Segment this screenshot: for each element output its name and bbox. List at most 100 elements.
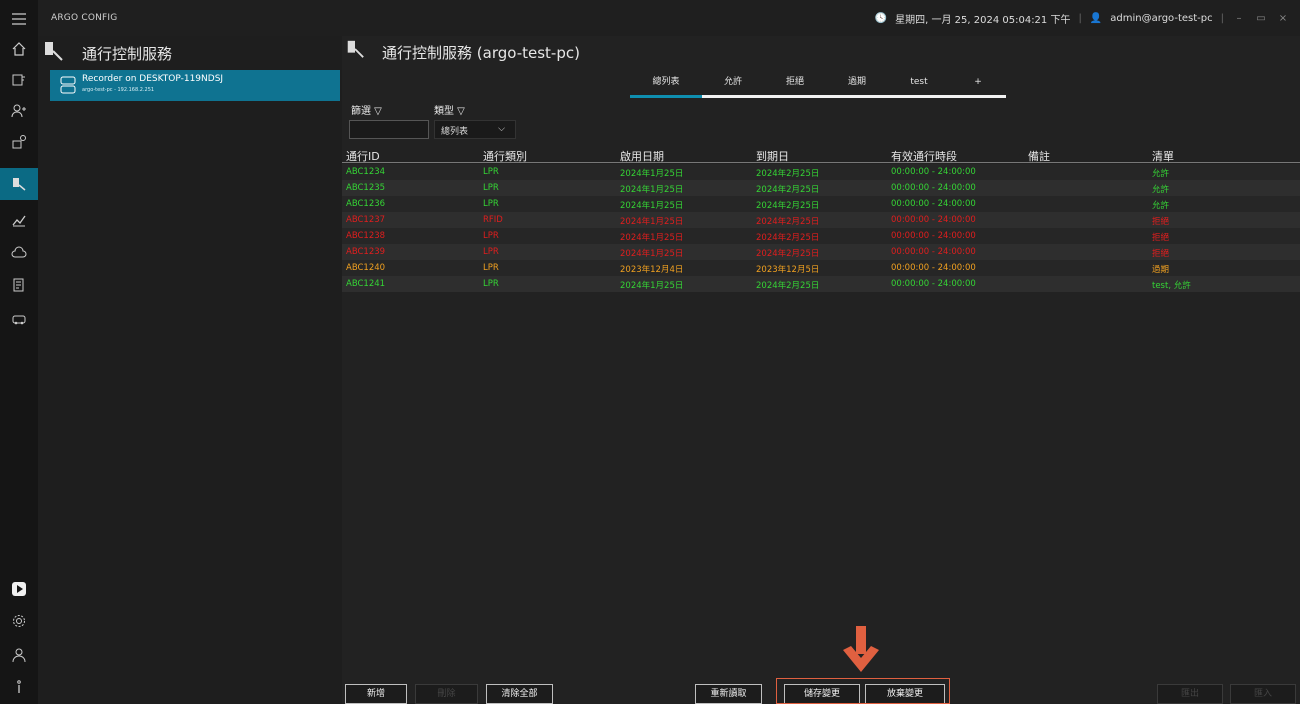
analytics-icon[interactable] xyxy=(0,205,38,235)
col-category[interactable]: 通行類別 xyxy=(483,148,527,164)
recorder-name: Recorder on DESKTOP-119NDSJ xyxy=(82,74,224,84)
cell-start-date: 2024年1月25日 xyxy=(620,169,684,179)
minimize-button[interactable]: – xyxy=(1232,13,1246,24)
tab-label: 總列表 xyxy=(652,77,680,87)
divider: | xyxy=(1220,13,1224,24)
app-title: ARGO CONFIG xyxy=(51,13,118,23)
add-button[interactable]: 新增 xyxy=(345,684,407,704)
cell-start-date: 2023年12月4日 xyxy=(620,265,684,275)
main-title: 通行控制服務 (argo-test-pc) xyxy=(382,44,580,62)
tab-label: test xyxy=(910,77,928,87)
table-row[interactable]: ABC1235 LPR 2024年1月25日 2024年2月25日 00:00:00 -… xyxy=(342,180,1300,196)
cell-period: 00:00:00 - 24:00:00 xyxy=(891,247,976,257)
cell-id: ABC1239 xyxy=(346,247,386,257)
cell-list: test, 允許 xyxy=(1152,281,1191,291)
col-list[interactable]: 清單 xyxy=(1152,148,1174,164)
recorder-address: argo-test-pc - 192.168.2.251 xyxy=(82,87,155,93)
access-control-icon xyxy=(347,40,364,58)
clear-all-button[interactable]: 清除全部 xyxy=(486,684,553,704)
home-icon[interactable] xyxy=(0,34,38,64)
cell-id: ABC1235 xyxy=(346,183,386,193)
cell-start-date: 2024年1月25日 xyxy=(620,281,684,291)
account-icon[interactable] xyxy=(0,640,38,670)
tab-bar: 總列表 允許 拒絕 過期 test + xyxy=(630,74,1006,98)
table-header: 通行ID 通行類別 啟用日期 到期日 有效通行時段 備註 清單 xyxy=(342,146,1300,163)
play-icon[interactable] xyxy=(0,574,38,604)
cell-id: ABC1236 xyxy=(346,199,386,209)
tab-label: 拒絕 xyxy=(785,77,804,87)
cell-id: ABC1237 xyxy=(346,215,386,225)
device-icon[interactable] xyxy=(0,65,38,95)
col-id[interactable]: 通行ID xyxy=(346,148,380,164)
col-end-date[interactable]: 到期日 xyxy=(756,148,789,164)
access-control-icon[interactable] xyxy=(0,168,38,200)
delete-button[interactable]: 刪除 xyxy=(415,684,478,704)
tab-deny[interactable]: 拒絕 xyxy=(764,74,826,98)
user-name[interactable]: admin@argo-test-pc xyxy=(1110,13,1212,24)
tab-test[interactable]: test xyxy=(888,74,950,98)
settings-icon[interactable] xyxy=(0,606,38,636)
cell-id: ABC1238 xyxy=(346,231,386,241)
main-panel: 通行控制服務 (argo-test-pc) 總列表 允許 拒絕 過期 test … xyxy=(342,36,1300,704)
cell-period: 00:00:00 - 24:00:00 xyxy=(891,231,976,241)
cell-start-date: 2024年1月25日 xyxy=(620,233,684,243)
table-row[interactable]: ABC1238 LPR 2024年1月25日 2024年2月25日 00:00:00 -… xyxy=(342,228,1300,244)
tab-all[interactable]: 總列表 xyxy=(630,74,702,98)
table-row[interactable]: ABC1240 LPR 2023年12月4日 2023年12月5日 00:00:00 -… xyxy=(342,260,1300,276)
table-row[interactable]: ABC1241 LPR 2024年1月25日 2024年2月25日 00:00:00 -… xyxy=(342,276,1300,292)
table-row[interactable]: ABC1237 RFID 2024年1月25日 2024年2月25日 00:00:00 … xyxy=(342,212,1300,228)
users-icon[interactable] xyxy=(0,96,38,126)
cell-category: LPR xyxy=(483,183,499,193)
tree-title: 通行控制服務 xyxy=(82,45,173,63)
access-control-icon xyxy=(45,42,63,61)
table-row[interactable]: ABC1239 LPR 2024年1月25日 2024年2月25日 00:00:00 -… xyxy=(342,244,1300,260)
tab-add[interactable]: + xyxy=(950,74,1006,98)
reload-button[interactable]: 重新讀取 xyxy=(695,684,762,704)
cell-period: 00:00:00 - 24:00:00 xyxy=(891,183,976,193)
cell-id: ABC1240 xyxy=(346,263,386,273)
user-icon: 👤 xyxy=(1089,13,1103,24)
type-label[interactable]: 類型 ▽ xyxy=(434,102,465,117)
maximize-button[interactable]: ▭ xyxy=(1254,13,1268,24)
icon-rail xyxy=(0,0,38,704)
main-header: 通行控制服務 (argo-test-pc) xyxy=(342,36,1300,70)
type-select[interactable]: 總列表 ⌵ xyxy=(434,120,516,139)
info-icon[interactable] xyxy=(0,672,38,702)
tab-allow[interactable]: 允許 xyxy=(702,74,764,98)
cell-category: LPR xyxy=(483,263,499,273)
col-start-date[interactable]: 啟用日期 xyxy=(620,148,664,164)
key-icon[interactable] xyxy=(0,127,38,157)
table-row[interactable]: ABC1236 LPR 2024年1月25日 2024年2月25日 00:00:00 -… xyxy=(342,196,1300,212)
cloud-icon[interactable] xyxy=(0,238,38,268)
col-period[interactable]: 有效通行時段 xyxy=(891,148,957,164)
tab-expired[interactable]: 過期 xyxy=(826,74,888,98)
recorder-tree-item[interactable]: Recorder on DESKTOP-119NDSJ argo-test-pc… xyxy=(50,70,340,101)
filter-label[interactable]: 篩選 ▽ xyxy=(351,102,382,117)
cell-period: 00:00:00 - 24:00:00 xyxy=(891,199,976,209)
cell-list: 允許 xyxy=(1152,185,1170,195)
export-button[interactable]: 匯出 xyxy=(1157,684,1223,704)
close-button[interactable]: × xyxy=(1276,13,1290,24)
import-button[interactable]: 匯入 xyxy=(1230,684,1296,704)
col-note[interactable]: 備註 xyxy=(1028,148,1050,164)
cell-period: 00:00:00 - 24:00:00 xyxy=(891,215,976,225)
filter-input[interactable] xyxy=(349,120,429,139)
chevron-down-icon: ⌵ xyxy=(498,124,505,134)
table-row[interactable]: ABC1234 LPR 2024年1月25日 2024年2月25日 00:00:00 -… xyxy=(342,164,1300,180)
car-icon[interactable] xyxy=(0,304,38,334)
tab-label: 過期 xyxy=(847,77,866,87)
menu-icon[interactable] xyxy=(0,4,38,34)
tree-panel: 通行控制服務 Recorder on DESKTOP-119NDSJ argo-… xyxy=(38,36,342,704)
clock-icon: 🕓 xyxy=(874,13,888,24)
cell-list: 拒絕 xyxy=(1152,249,1170,259)
cell-id: ABC1234 xyxy=(346,167,386,177)
cell-period: 00:00:00 - 24:00:00 xyxy=(891,167,976,177)
report-icon[interactable] xyxy=(0,270,38,300)
cell-category: LPR xyxy=(483,247,499,257)
datetime: 星期四, 一月 25, 2024 05:04:21 下午 xyxy=(895,15,1071,26)
tab-label: + xyxy=(974,77,982,87)
cell-period: 00:00:00 - 24:00:00 xyxy=(891,279,976,289)
cell-list: 拒絕 xyxy=(1152,217,1170,227)
cell-category: LPR xyxy=(483,199,499,209)
cell-end-date: 2024年2月25日 xyxy=(756,217,820,227)
